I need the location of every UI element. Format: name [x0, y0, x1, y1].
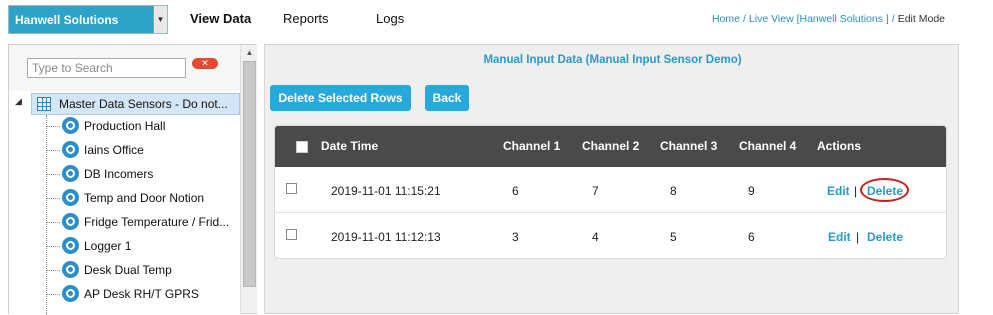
edit-link[interactable]: Edit [828, 230, 851, 244]
tree-item-label: Production Hall [84, 119, 166, 133]
breadcrumb-current: Edit Mode [897, 13, 945, 25]
nav-logs[interactable]: Logs [376, 11, 404, 26]
sensor-icon [62, 261, 79, 278]
table-row: 2019-11-01 11:12:13 3 4 5 6 Edit | Delet… [275, 213, 946, 258]
cell-channel-2: 4 [592, 230, 599, 244]
data-table: Date Time Channel 1 Channel 2 Channel 3 … [274, 125, 947, 259]
top-bar: Hanwell Solutions ▼ View Data Reports Lo… [0, 0, 993, 38]
cell-channel-3: 5 [670, 230, 677, 244]
row-checkbox[interactable] [286, 183, 297, 194]
table-row: 2019-11-01 11:15:21 6 7 8 9 Edit | Delet… [275, 167, 946, 213]
tree-item-label: AP Desk RH/T GPRS [84, 287, 199, 301]
sensor-icon [62, 165, 79, 182]
back-button[interactable]: Back [425, 85, 469, 111]
tree-item[interactable]: Desk Dual Temp [46, 259, 240, 281]
tree-item-label: Iains Office [84, 143, 144, 157]
sensor-tree: ◢ Master Data Sensors - Do not... Produc… [9, 91, 240, 315]
column-header-channel-2[interactable]: Channel 2 [582, 139, 639, 153]
column-header-channel-1[interactable]: Channel 1 [503, 139, 560, 153]
breadcrumb-home[interactable]: Home [712, 13, 740, 25]
column-header-channel-4[interactable]: Channel 4 [739, 139, 796, 153]
grid-icon [37, 97, 51, 111]
nav-reports[interactable]: Reports [283, 11, 329, 26]
tree-item-label: Fridge Temperature / Frid... [84, 215, 230, 229]
column-header-channel-3[interactable]: Channel 3 [660, 139, 717, 153]
cell-channel-4: 6 [748, 230, 755, 244]
chevron-down-icon[interactable]: ▼ [153, 6, 167, 33]
cell-channel-1: 3 [512, 230, 519, 244]
tree-item-label: Temp and Door Notion [84, 191, 205, 205]
tree-item[interactable]: Production Hall [46, 115, 240, 137]
tree-item[interactable]: Iains Office [46, 139, 240, 161]
scroll-up-icon[interactable]: ▲ [243, 46, 256, 59]
sensor-icon [62, 141, 79, 158]
action-separator: | [854, 184, 858, 198]
scroll-thumb[interactable] [243, 61, 256, 287]
action-separator: | [856, 230, 860, 244]
column-header-actions: Actions [817, 139, 862, 153]
sensor-icon [62, 237, 79, 254]
tree-item-label: DB Incomers [84, 167, 154, 181]
page-title: Manual Input Data (Manual Input Sensor D… [483, 54, 742, 66]
table-header: Date Time Channel 1 Channel 2 Channel 3 … [275, 126, 946, 167]
tree-scrollbar[interactable]: ▲ [240, 45, 257, 313]
nav-view-data[interactable]: View Data [190, 11, 251, 26]
breadcrumb-live-view[interactable]: Live View [Hanwell Solutions ] [749, 13, 889, 25]
row-checkbox[interactable] [286, 229, 297, 240]
delete-link[interactable]: Delete [867, 230, 903, 244]
tree-item[interactable]: DB Incomers [46, 163, 240, 185]
sensor-icon [62, 117, 79, 134]
column-header-datetime[interactable]: Date Time [321, 139, 378, 153]
manual-input-panel: Manual Input Data (Manual Input Sensor D… [264, 44, 959, 314]
tree-item-label: Desk Dual Temp [84, 263, 172, 277]
tree-item[interactable]: Fridge Temperature / Frid... [46, 211, 240, 233]
sensor-icon [62, 285, 79, 302]
breadcrumb: Home / Live View [Hanwell Solutions ] / Edit… [711, 13, 945, 25]
cell-channel-3: 8 [670, 184, 677, 198]
tree-item[interactable]: Temp and Door Notion [46, 187, 240, 209]
cell-channel-4: 9 [748, 184, 755, 198]
tree-item[interactable]: AP Desk RH/T GPRS [46, 283, 240, 305]
select-all-checkbox[interactable] [296, 141, 308, 153]
tree-item-label: Logger 1 [84, 239, 132, 253]
cell-datetime: 2019-11-01 11:12:13 [331, 230, 441, 244]
tree-item[interactable]: Logger 1 [46, 235, 240, 257]
clear-search-icon[interactable]: ✕ [192, 58, 218, 69]
organization-select[interactable]: Hanwell Solutions ▼ [8, 5, 168, 34]
search-input[interactable] [27, 58, 186, 78]
sensor-icon [62, 189, 79, 206]
delete-selected-rows-button[interactable]: Delete Selected Rows [270, 85, 411, 111]
organization-select-value: Hanwell Solutions [15, 13, 119, 27]
sensor-icon [62, 213, 79, 230]
sensor-tree-panel: ✕ ◢ Master Data Sensors - Do not... Prod… [8, 44, 257, 315]
edit-link[interactable]: Edit [827, 184, 850, 198]
cell-channel-2: 7 [592, 184, 599, 198]
cell-channel-1: 6 [512, 184, 519, 198]
collapse-icon[interactable]: ◢ [15, 96, 22, 107]
tree-root-node[interactable]: Master Data Sensors - Do not... [31, 93, 240, 115]
highlight-annotation [860, 178, 909, 202]
cell-datetime: 2019-11-01 11:15:21 [331, 184, 441, 198]
tree-root-label: Master Data Sensors - Do not... [59, 97, 228, 111]
